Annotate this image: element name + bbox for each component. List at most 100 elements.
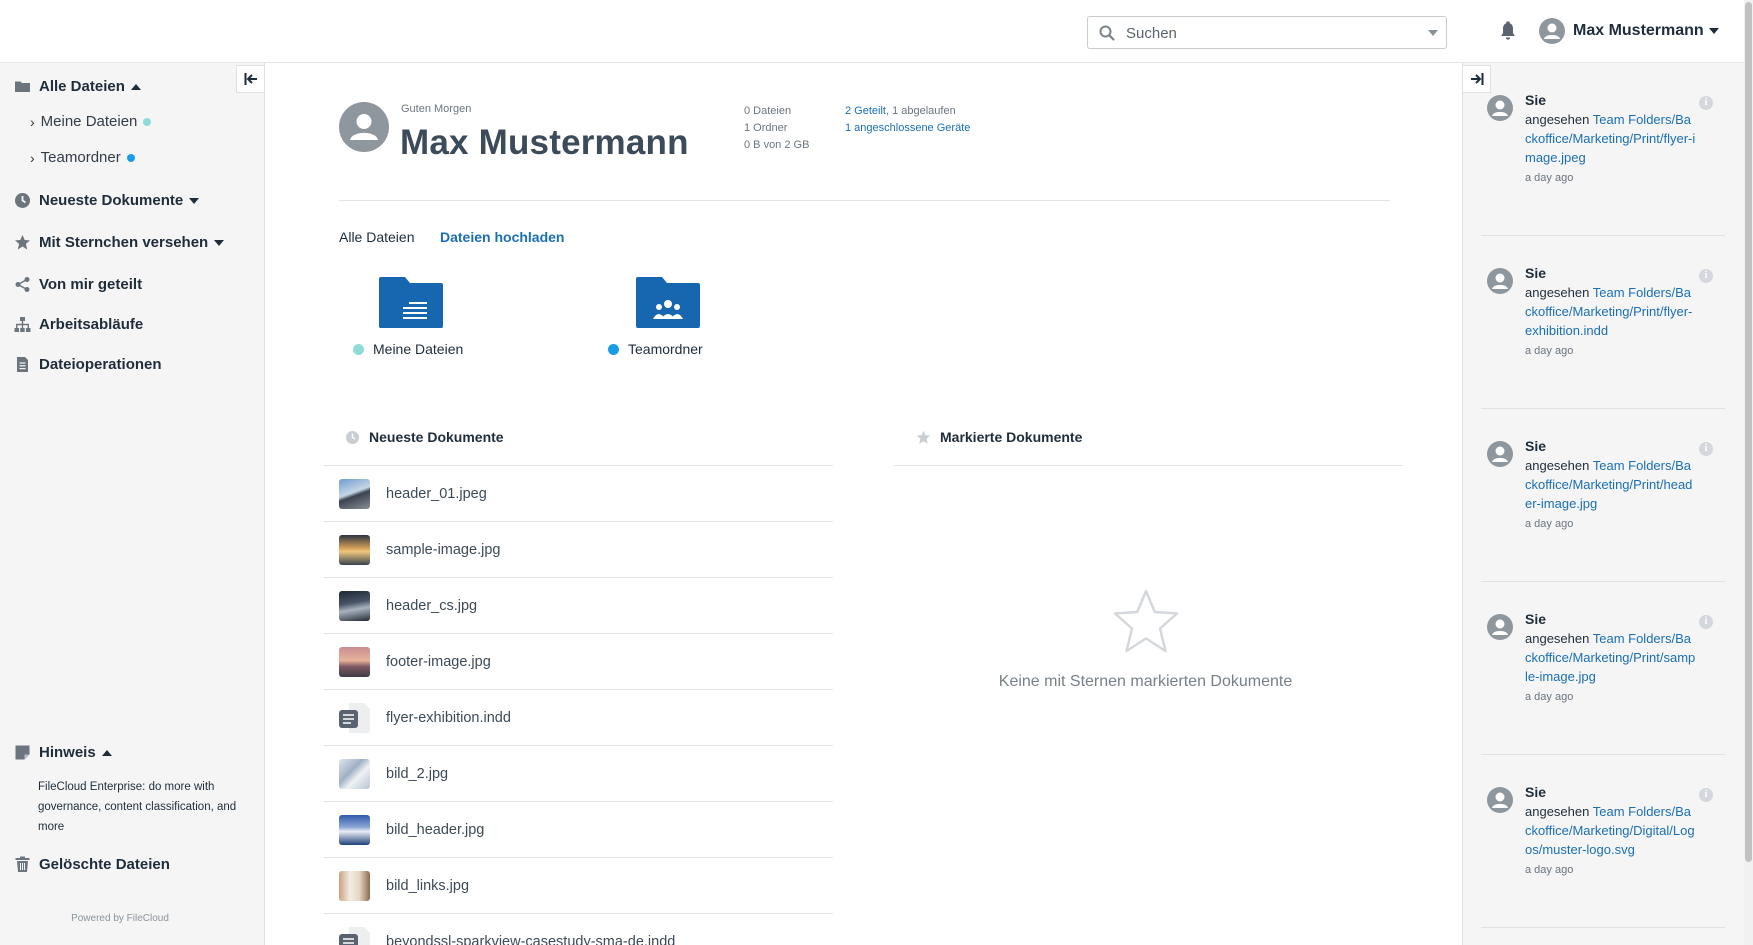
- activity-item[interactable]: Sie angesehen Team Folders/Backoffice/Ma…: [1481, 582, 1725, 755]
- info-icon[interactable]: i: [1699, 96, 1713, 110]
- folder-team[interactable]: Teamordner: [598, 275, 758, 365]
- hint-toggle[interactable]: Hinweis: [14, 744, 112, 761]
- folder-name: Teamordner: [628, 341, 703, 357]
- sidebar-item-shared[interactable]: Von mir geteilt: [14, 276, 142, 293]
- image-thumbnail: [339, 758, 370, 789]
- scrollbar-thumb[interactable]: [1745, 2, 1752, 862]
- image-thumbnail: [339, 534, 370, 565]
- list-item[interactable]: sample-image.jpg: [324, 522, 833, 578]
- hint-title: Hinweis: [39, 744, 96, 761]
- shared-link[interactable]: 2 Geteilt: [845, 105, 886, 117]
- list-item[interactable]: footer-image.jpg: [324, 634, 833, 690]
- user-menu[interactable]: Max Mustermann: [1539, 18, 1719, 44]
- bell-icon[interactable]: [1499, 21, 1517, 41]
- user-name: Max Mustermann: [1573, 22, 1704, 39]
- activity-user: Sie: [1525, 438, 1547, 454]
- clock-icon: [15, 193, 30, 208]
- list-item[interactable]: header_01.jpeg: [324, 466, 833, 522]
- sidebar-item-deleted-files[interactable]: Gelöschte Dateien: [14, 856, 170, 873]
- folder-label: Teamordner: [608, 341, 703, 357]
- activity-time: a day ago: [1525, 518, 1574, 530]
- chevron-up-icon: [130, 83, 141, 90]
- search-dropdown-icon[interactable]: [1428, 30, 1438, 36]
- activity-item[interactable]: Sie angesehen Team Folders/Backoffice/Ma…: [1481, 755, 1725, 928]
- activity-action: angesehen: [1525, 112, 1590, 127]
- chevron-right-icon: ›: [30, 149, 35, 166]
- avatar: [339, 102, 389, 152]
- list-item[interactable]: bild_header.jpg: [324, 802, 833, 858]
- info-icon[interactable]: i: [1699, 788, 1713, 802]
- image-thumbnail: [339, 646, 370, 677]
- recent-docs-header: Neueste Dokumente: [345, 429, 504, 445]
- sidebar-item-label: Mit Sternchen versehen: [39, 234, 209, 251]
- tab-all-files[interactable]: Alle Dateien: [339, 229, 415, 245]
- share-stats: 2 Geteilt, 1 abgelaufen 1 angeschlossene…: [845, 103, 970, 137]
- avatar: [1487, 787, 1513, 813]
- folder-my-files[interactable]: Meine Dateien: [341, 275, 501, 365]
- file-name: bild_2.jpg: [386, 765, 449, 782]
- activity-time: a day ago: [1525, 691, 1574, 703]
- search-icon: [1099, 25, 1115, 41]
- status-dot: [143, 117, 152, 126]
- collapse-right-icon: [1470, 73, 1483, 85]
- activity-item[interactable]: Sie angesehen Team Folders/Backoffice/Ma…: [1481, 409, 1725, 582]
- info-icon[interactable]: i: [1699, 269, 1713, 283]
- sidebar-item-recent[interactable]: Neueste Dokumente: [14, 192, 200, 209]
- activity-item[interactable]: Sie angesehen Team Folders/Backoffice/Ma…: [1481, 63, 1725, 236]
- sidebar-item-file-operations[interactable]: Dateioperationen: [14, 356, 162, 373]
- sidebar-item-label: Teamordner: [40, 149, 121, 166]
- image-thumbnail: [339, 870, 370, 901]
- trash-icon: [15, 856, 30, 872]
- sidebar-item-workflows[interactable]: Arbeitsabläufe: [14, 316, 143, 333]
- star-icon: [916, 430, 931, 444]
- devices-link[interactable]: 1 angeschlossene Geräte: [845, 122, 970, 134]
- list-item[interactable]: bild_2.jpg: [324, 746, 833, 802]
- status-dot: [126, 153, 135, 162]
- sidebar-item-label: Von mir geteilt: [39, 276, 143, 293]
- powered-by: Powered by FileCloud: [71, 913, 169, 924]
- file-name: footer-image.jpg: [386, 653, 491, 670]
- activity-user: Sie: [1525, 784, 1547, 800]
- folder-document-icon: [379, 277, 443, 328]
- collapse-left-icon: [244, 73, 257, 85]
- list-item[interactable]: beyondssl-sparkview-casestudy-sma-de.ind…: [324, 914, 833, 945]
- sidebar-item-team-folders[interactable]: › Teamordner: [30, 149, 135, 166]
- sticky-note-icon: [15, 745, 30, 760]
- activity-action: angesehen: [1525, 631, 1590, 646]
- image-thumbnail: [339, 814, 370, 845]
- page-title: Max Mustermann: [400, 123, 689, 162]
- sidebar-item-label: Dateioperationen: [39, 356, 162, 373]
- section-title: Neueste Dokumente: [369, 429, 504, 445]
- info-icon[interactable]: i: [1699, 615, 1713, 629]
- top-bar: Max Mustermann: [0, 0, 1753, 63]
- search-box[interactable]: [1087, 16, 1447, 49]
- file-text-icon: [17, 357, 28, 372]
- activity-time: a day ago: [1525, 172, 1574, 184]
- collapse-sidebar-button[interactable]: [236, 65, 264, 93]
- activity-action: angesehen: [1525, 804, 1590, 819]
- collapse-activity-button[interactable]: [1463, 65, 1491, 93]
- activity-action: angesehen: [1525, 285, 1590, 300]
- chevron-down-icon: [189, 197, 200, 204]
- scrollbar[interactable]: [1744, 0, 1753, 945]
- file-name: beyondssl-sparkview-casestudy-sma-de.ind…: [386, 933, 676, 945]
- files-count: 0 Dateien: [744, 105, 792, 117]
- chevron-down-icon: [214, 239, 225, 246]
- info-icon[interactable]: i: [1699, 442, 1713, 456]
- chevron-right-icon: ›: [30, 113, 35, 130]
- folder-team-icon: [636, 277, 700, 328]
- image-thumbnail: [339, 478, 370, 509]
- list-item[interactable]: header_cs.jpg: [324, 578, 833, 634]
- sidebar-item-label: Gelöschte Dateien: [39, 856, 170, 873]
- folders-count: 1 Ordner: [744, 122, 788, 134]
- list-item[interactable]: flyer-exhibition.indd: [324, 690, 833, 746]
- section-title: Markierte Dokumente: [940, 429, 1083, 445]
- search-input[interactable]: [1126, 23, 1416, 43]
- list-item[interactable]: bild_links.jpg: [324, 858, 833, 914]
- sidebar-item-all-files[interactable]: Alle Dateien: [14, 78, 141, 95]
- sidebar-item-my-files[interactable]: › Meine Dateien: [30, 113, 152, 130]
- hint-text: FileCloud Enterprise: do more with gover…: [38, 781, 237, 833]
- tab-upload-files[interactable]: Dateien hochladen: [440, 229, 564, 245]
- activity-item[interactable]: Sie angesehen Team Folders/Backoffice/Ma…: [1481, 236, 1725, 409]
- sidebar-item-starred[interactable]: Mit Sternchen versehen: [14, 234, 225, 251]
